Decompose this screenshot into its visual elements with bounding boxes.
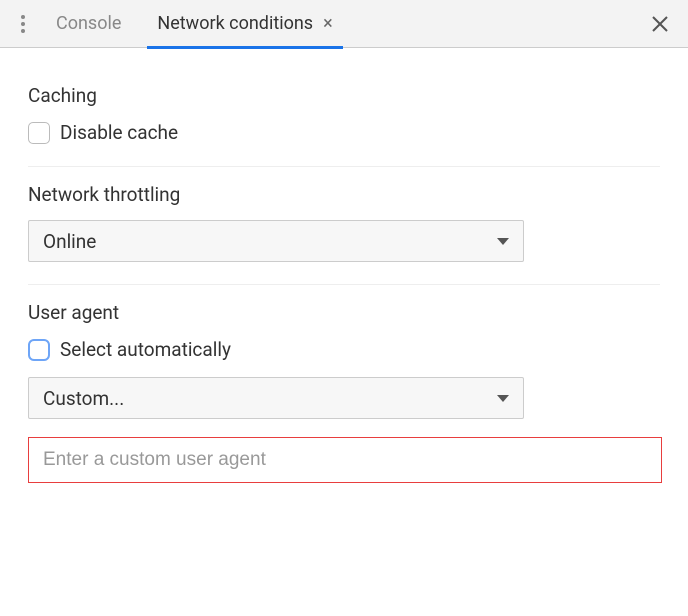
select-automatically-checkbox[interactable] [28,339,50,361]
tab-label: Console [56,13,121,34]
section-title: Network throttling [28,183,660,206]
section-title: User agent [28,301,660,324]
close-drawer-button[interactable] [640,0,680,48]
throttling-select[interactable]: Online [28,220,524,262]
throttling-section: Network throttling Online [28,167,660,285]
kebab-menu-icon[interactable] [8,0,38,48]
throttling-selected-value: Online [43,230,96,253]
tab-bar: Console Network conditions × [0,0,688,48]
chevron-down-icon [497,395,509,402]
tab-label: Network conditions [157,13,313,34]
custom-user-agent-input[interactable] [28,437,662,483]
disable-cache-label: Disable cache [60,121,178,144]
tab-network-conditions[interactable]: Network conditions × [139,0,350,48]
section-title: Caching [28,84,660,107]
disable-cache-row[interactable]: Disable cache [28,121,660,144]
disable-cache-checkbox[interactable] [28,122,50,144]
user-agent-select[interactable]: Custom... [28,377,524,419]
close-icon[interactable]: × [323,13,333,34]
caching-section: Caching Disable cache [28,68,660,167]
chevron-down-icon [497,238,509,245]
user-agent-section: User agent Select automatically Custom..… [28,285,660,505]
select-automatically-label: Select automatically [60,338,231,361]
close-icon [652,16,668,32]
select-automatically-row[interactable]: Select automatically [28,338,660,361]
user-agent-selected-value: Custom... [43,387,124,410]
network-conditions-panel: Caching Disable cache Network throttling… [0,48,688,525]
tab-console[interactable]: Console [38,0,139,48]
